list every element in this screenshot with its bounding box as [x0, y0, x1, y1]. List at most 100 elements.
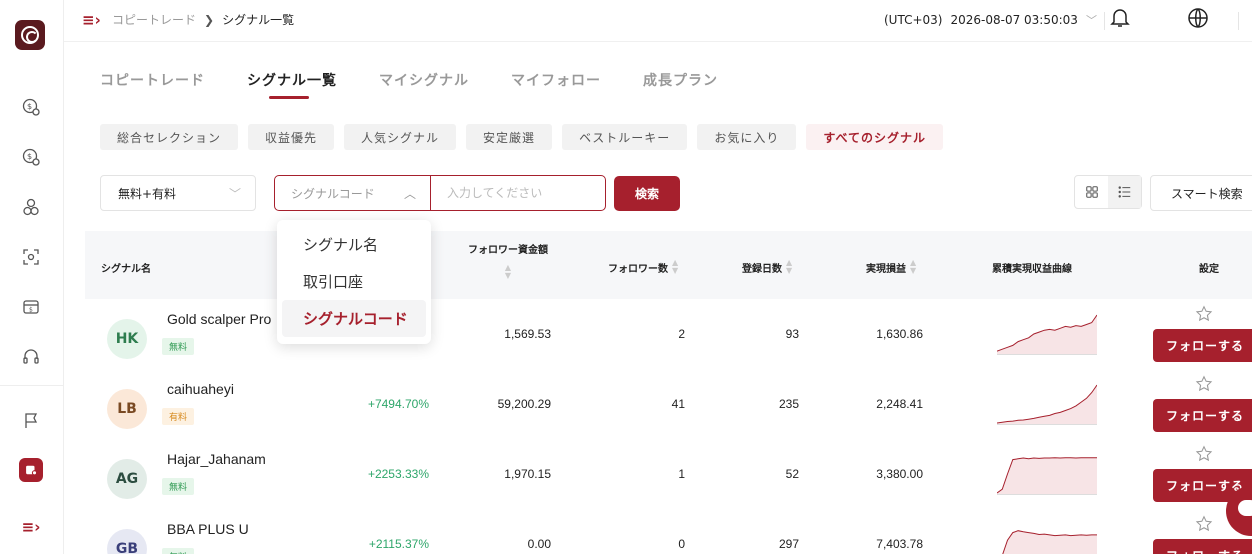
flag-icon[interactable]: [20, 410, 42, 432]
search-input[interactable]: [431, 176, 605, 210]
sort-icon[interactable]: ▲ ▼: [910, 259, 916, 275]
copy-trade-icon[interactable]: [19, 458, 43, 482]
menu-toggle-icon[interactable]: ≡›: [82, 11, 101, 29]
search-type-dropdown: シグナル名 取引口座 シグナルコード: [277, 220, 431, 344]
follow-button[interactable]: フォローする: [1153, 399, 1252, 432]
dropdown-option-signal-code[interactable]: シグナルコード: [282, 300, 426, 337]
days-value: 297: [778, 537, 799, 551]
dropdown-option-signal-name[interactable]: シグナル名: [282, 226, 426, 263]
sort-icon[interactable]: ▲ ▼: [786, 259, 792, 275]
header-divider: [1104, 12, 1105, 30]
timezone-selector[interactable]: (UTC+03) 2026-08-07 03:50:03 ﹀: [884, 12, 1097, 28]
breadcrumb-current: シグナル一覧: [222, 13, 295, 27]
curve-area: [997, 315, 1097, 355]
app-logo[interactable]: [15, 20, 45, 50]
sidebar-divider: [0, 385, 64, 386]
header-curve: 累積実現収益曲線: [992, 264, 1072, 275]
coin-history-icon[interactable]: $: [20, 146, 42, 168]
star-icon[interactable]: [1195, 445, 1213, 463]
profit-curve-chart: [997, 384, 1097, 425]
smart-search-button[interactable]: スマート検索: [1150, 175, 1252, 211]
star-icon[interactable]: [1195, 375, 1213, 393]
table-row[interactable]: AG Hajar_Jahanam 無料 +2253.33% 1,970.15 1…: [85, 439, 1252, 509]
sidebar: $ $ $ ≡›: [0, 0, 64, 554]
profit-curve-chart: [997, 457, 1097, 495]
grid-view-icon[interactable]: [1075, 176, 1108, 208]
list-view-icon[interactable]: [1108, 176, 1141, 208]
table-row[interactable]: LB caihuaheyi 有料 +7494.70% 59,200.29 41 …: [85, 369, 1252, 439]
search-group: シグナルコード ︿: [274, 175, 606, 211]
scan-icon[interactable]: [20, 246, 42, 268]
tab-signal-list[interactable]: シグナル一覧: [247, 70, 337, 99]
chip-all-signals[interactable]: すべてのシグナル: [806, 124, 944, 150]
table-row[interactable]: HK Gold scalper Pro 無料 1,569.53 2 93 1,6…: [85, 299, 1252, 369]
avatar-initials: GB: [115, 541, 139, 554]
view-toggle: [1074, 175, 1142, 209]
expand-sidebar-icon[interactable]: ≡›: [20, 516, 42, 538]
svg-text:$: $: [29, 307, 33, 314]
search-button[interactable]: 検索: [614, 176, 680, 211]
filter-chips: 総合セレクション 収益優先 人気シグナル 安定厳選 ベストルーキー お気に入り …: [100, 124, 944, 150]
avatar-initials: HK: [115, 331, 139, 347]
avatar: AG: [107, 459, 147, 499]
signal-name[interactable]: Gold scalper Pro: [167, 311, 271, 327]
header-days[interactable]: 登録日数 ▲ ▼: [742, 259, 792, 275]
top-header: ≡› コピートレード ❯ シグナル一覧 (UTC+03) 2026-08-07 …: [64, 0, 1252, 42]
header-followers-label: フォロワー数: [608, 263, 668, 275]
header-follower-funds[interactable]: フォロワー資金額 ▲ ▼: [468, 241, 548, 280]
signal-name[interactable]: Hajar_Jahanam: [167, 451, 266, 467]
table-row[interactable]: GB BBA PLUS U 無料 +2115.37% 0.00 0 297 7,…: [85, 509, 1252, 554]
chevron-down-icon: ﹀: [228, 187, 241, 201]
days-value: 235: [778, 397, 799, 411]
timezone-label: (UTC+03): [884, 13, 943, 27]
curve-area: [997, 385, 1097, 425]
dropdown-option-account[interactable]: 取引口座: [282, 263, 426, 300]
signal-name[interactable]: BBA PLUS U: [167, 521, 249, 537]
chip-overall[interactable]: 総合セレクション: [100, 124, 239, 150]
tab-my-follows[interactable]: マイフォロー: [511, 70, 601, 90]
datetime-label: 2026-08-07 03:50:03: [950, 13, 1078, 27]
sort-icon[interactable]: ▲ ▼: [672, 259, 678, 275]
star-icon[interactable]: [1195, 515, 1213, 533]
breadcrumb: コピートレード ❯ シグナル一覧: [112, 11, 294, 28]
users-icon[interactable]: [20, 196, 42, 218]
search-type-select[interactable]: シグナルコード ︿: [275, 176, 431, 210]
tab-my-signals[interactable]: マイシグナル: [379, 70, 469, 90]
breadcrumb-parent[interactable]: コピートレード: [112, 11, 196, 28]
chevron-down-icon: ﹀: [1085, 14, 1097, 27]
support-headset-icon[interactable]: [20, 346, 42, 368]
chip-best-rookie[interactable]: ベストルーキー: [562, 124, 688, 150]
followers-value: 1: [678, 467, 685, 481]
avatar-initials: LB: [117, 401, 137, 417]
follow-button[interactable]: フォローする: [1153, 329, 1252, 362]
chip-profit-first[interactable]: 収益優先: [248, 124, 335, 150]
header-profit[interactable]: 実現損益 ▲ ▼: [866, 259, 916, 275]
coin-settings-icon[interactable]: $: [20, 96, 42, 118]
days-value: 52: [785, 467, 799, 481]
tab-copy-trade[interactable]: コピートレード: [100, 70, 205, 90]
header-followers[interactable]: フォロワー数 ▲ ▼: [608, 259, 678, 275]
return-value: +2253.33%: [367, 467, 429, 481]
header-settings: 設定: [1199, 264, 1219, 275]
profit-value: 7,403.78: [876, 537, 923, 551]
globe-icon[interactable]: [1186, 6, 1210, 30]
sort-icon[interactable]: ▲ ▼: [505, 264, 511, 280]
follow-button[interactable]: フォローする: [1153, 539, 1252, 554]
star-icon[interactable]: [1195, 305, 1213, 323]
header-signal-name: シグナル名: [101, 264, 151, 275]
bell-icon[interactable]: [1108, 6, 1132, 30]
search-type-value: シグナルコード: [291, 186, 375, 201]
days-value: 93: [785, 327, 799, 341]
wallet-icon[interactable]: $: [20, 296, 42, 318]
chevron-up-icon: ︿: [403, 187, 416, 201]
avatar: GB: [107, 529, 147, 554]
signal-name[interactable]: caihuaheyi: [167, 381, 234, 397]
tab-growth-plan[interactable]: 成長プラン: [643, 70, 718, 90]
chip-stable[interactable]: 安定厳選: [466, 124, 553, 150]
chip-popular[interactable]: 人気シグナル: [344, 124, 457, 150]
chip-favorites[interactable]: お気に入り: [697, 124, 797, 150]
avatar: HK: [107, 319, 147, 359]
price-badge: 無料: [162, 548, 195, 554]
price-filter-select[interactable]: 無料+有料 ﹀: [100, 175, 256, 211]
svg-text:$: $: [27, 102, 32, 111]
